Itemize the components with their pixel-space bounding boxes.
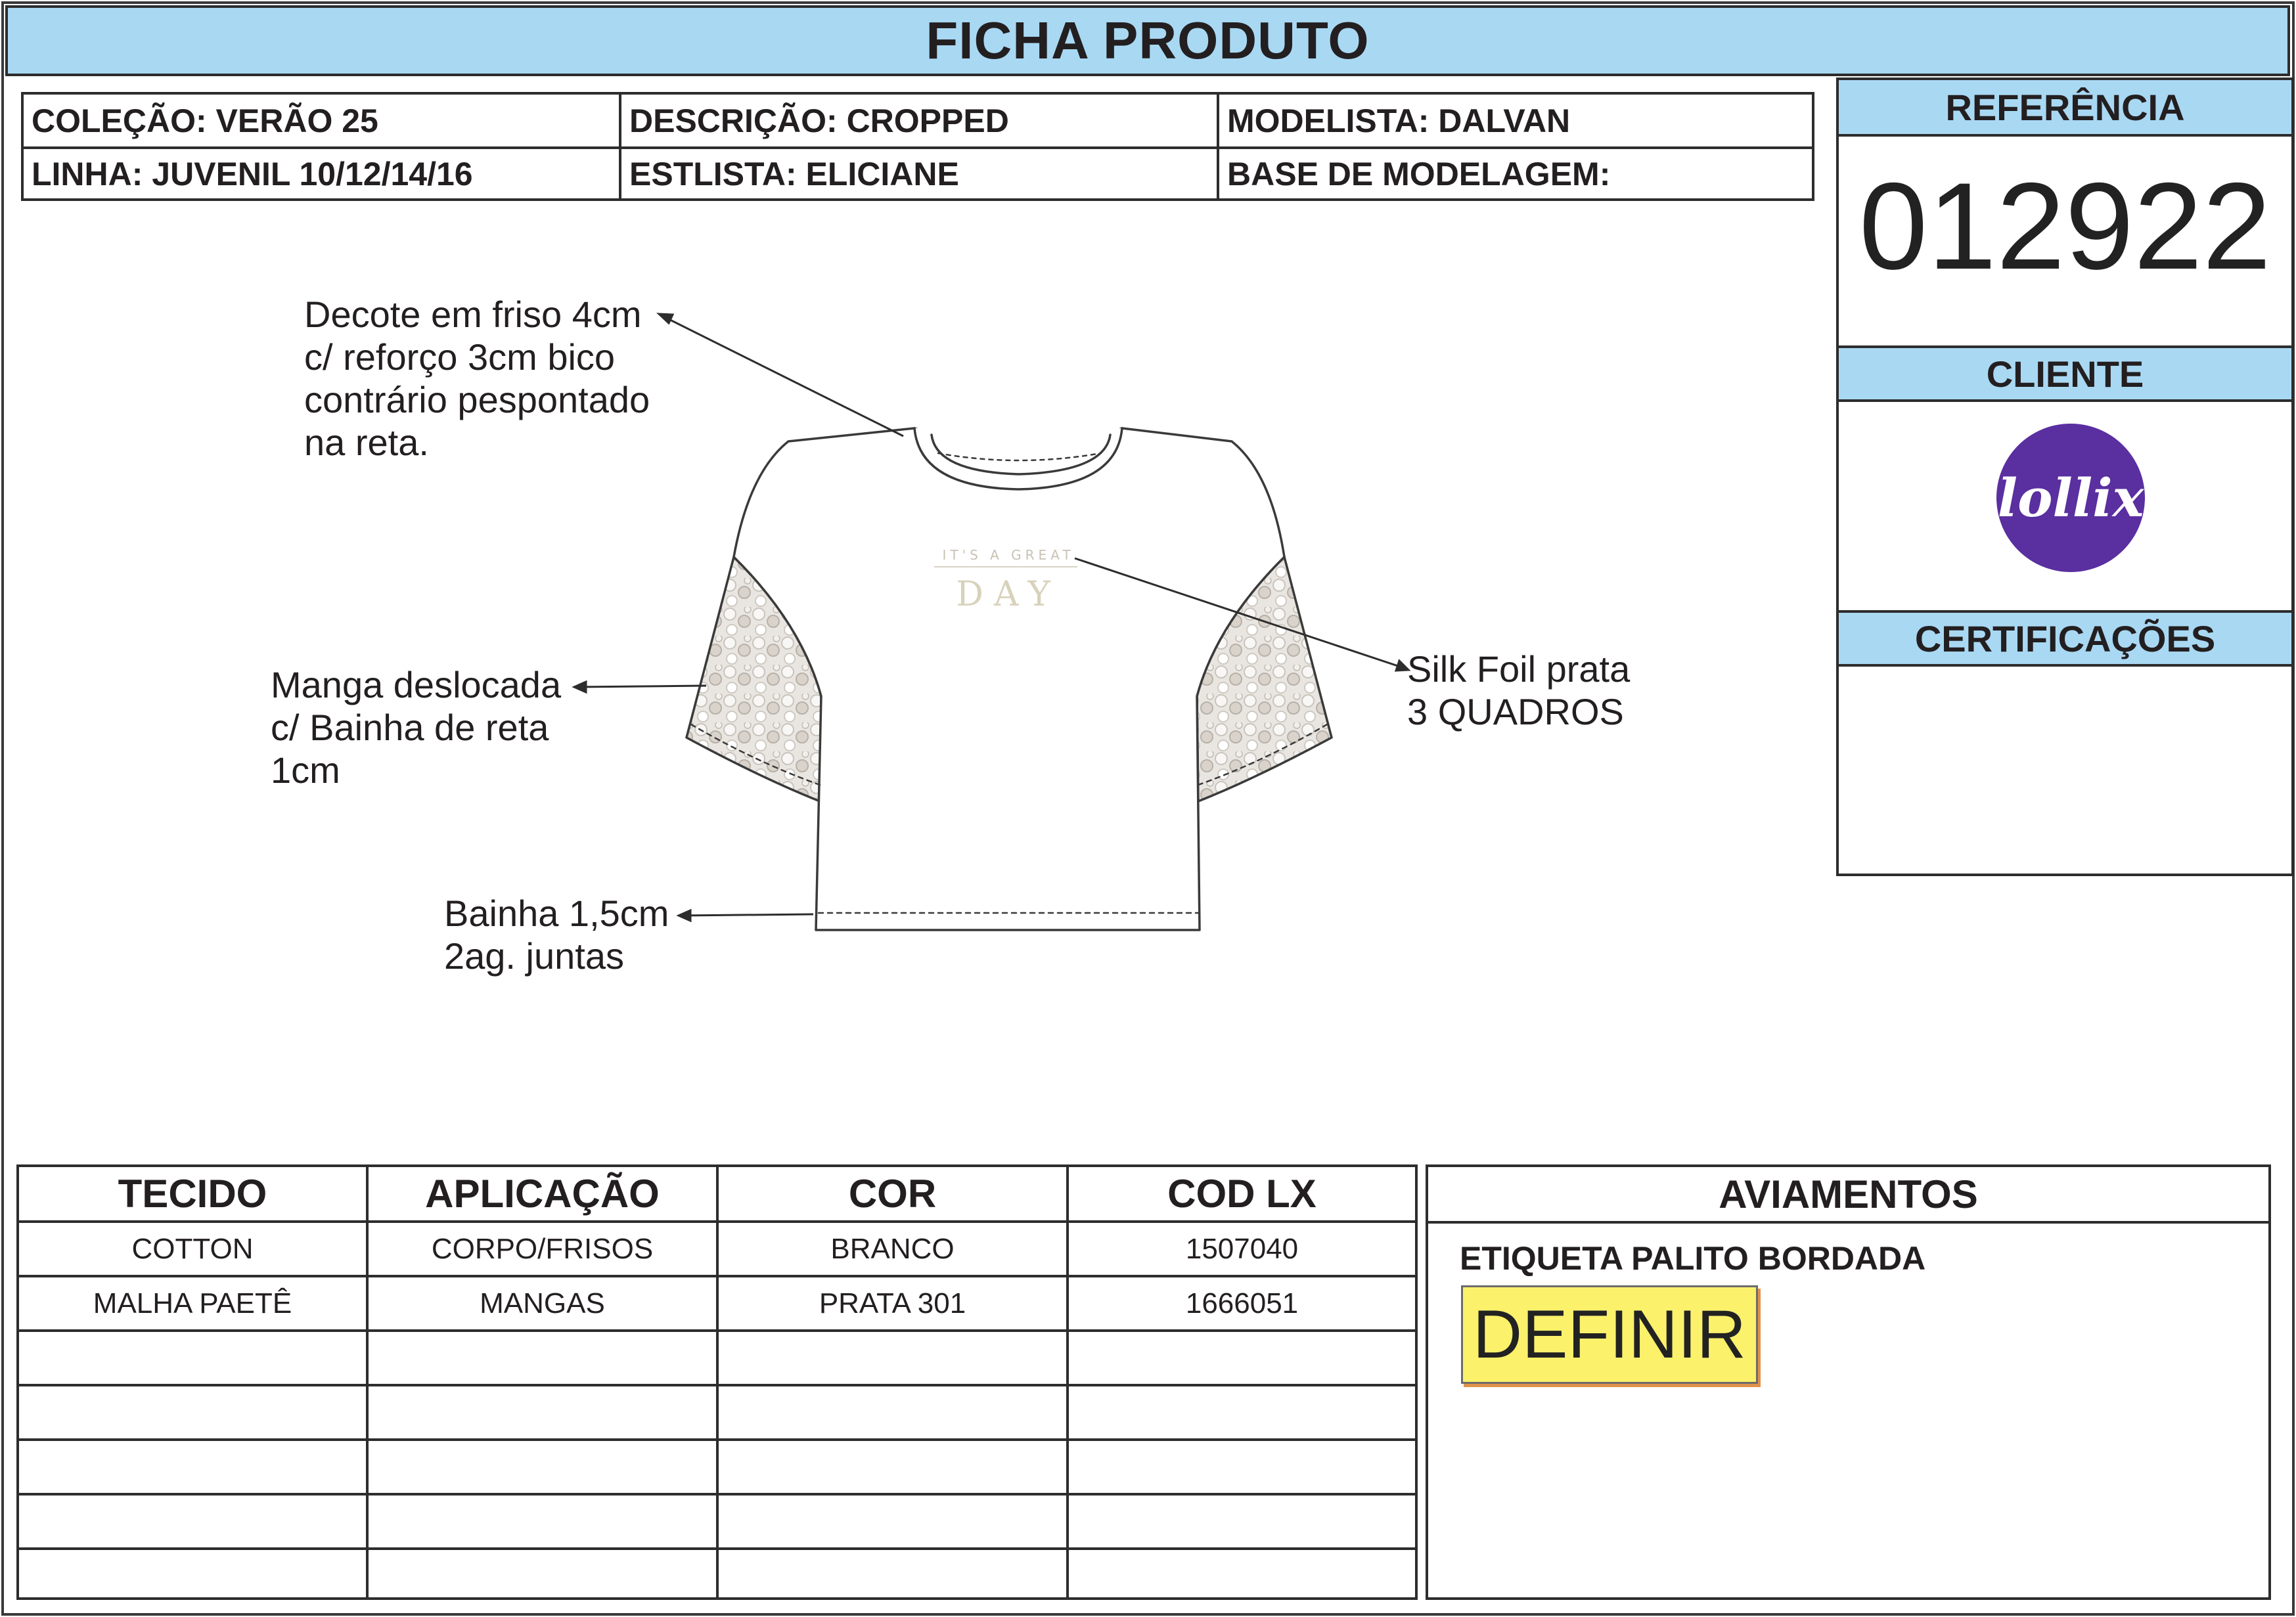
annotation-line: Bainha 1,5cm xyxy=(444,893,669,934)
aviamento-item: ETIQUETA PALITO BORDADA xyxy=(1460,1240,1926,1277)
column-header-cor: COR xyxy=(848,1172,937,1216)
annotation-line: c/ reforço 3cm bico xyxy=(304,336,616,378)
table-divider xyxy=(19,1547,1415,1550)
annotation-line: Manga deslocada xyxy=(271,664,562,705)
print-line1: IT'S A GREAT xyxy=(942,547,1074,563)
leader-manga xyxy=(576,684,707,688)
cell-aplicacao: CORPO/FRISOS xyxy=(431,1232,654,1265)
cell-tecido: COTTON xyxy=(131,1232,254,1265)
annotation-line: 1cm xyxy=(271,749,340,791)
table-header-row: TECIDO APLICAÇÃO COR COD LX xyxy=(19,1167,1415,1220)
annotation-line: Silk Foil prata xyxy=(1407,648,1631,690)
cell-cod-lx: 1666051 xyxy=(1185,1287,1299,1319)
annotation-line: 2ag. juntas xyxy=(444,935,624,977)
materials-table: TECIDO APLICAÇÃO COR COD LX COTTON CORPO… xyxy=(16,1164,1418,1600)
table-divider xyxy=(19,1384,1415,1386)
annotation-decote: Decote em friso 4cm c/ reforço 3cm bico … xyxy=(304,293,650,464)
cell-aplicacao: MANGAS xyxy=(480,1287,605,1319)
column-header-cod-lx: COD LX xyxy=(1167,1172,1317,1216)
column-header-aplicacao: APLICAÇÃO xyxy=(425,1172,660,1216)
table-row: MALHA PAETÊ MANGAS PRATA 301 1666051 xyxy=(19,1277,1415,1329)
aviamentos-title: AVIAMENTOS xyxy=(1428,1167,2268,1224)
cell-cor: PRATA 301 xyxy=(819,1287,966,1319)
table-divider xyxy=(19,1329,1415,1332)
garment-body xyxy=(732,427,1286,931)
table-row: COTTON CORPO/FRISOS BRANCO 1507040 xyxy=(19,1223,1415,1275)
annotation-manga: Manga deslocada c/ Bainha de reta 1cm xyxy=(271,663,561,791)
leader-decote xyxy=(660,314,904,437)
annotation-silk: Silk Foil prata 3 QUADROS xyxy=(1407,648,1630,733)
print-line2: DAY xyxy=(956,575,1060,614)
annotation-line: na reta. xyxy=(304,422,429,463)
cell-cod-lx: 1507040 xyxy=(1185,1232,1299,1265)
table-divider xyxy=(19,1493,1415,1495)
column-header-tecido: TECIDO xyxy=(118,1172,267,1216)
leader-bainha xyxy=(681,913,814,917)
cell-tecido: MALHA PAETÊ xyxy=(93,1287,292,1319)
table-divider xyxy=(19,1438,1415,1441)
definir-highlight: DEFINIR xyxy=(1461,1285,1758,1384)
aviamentos-box: AVIAMENTOS ETIQUETA PALITO BORDADA DEFIN… xyxy=(1426,1164,2271,1600)
cell-cor: BRANCO xyxy=(830,1232,955,1265)
annotation-line: Decote em friso 4cm xyxy=(304,294,642,335)
annotation-line: c/ Bainha de reta xyxy=(271,707,549,748)
annotation-line: contrário pespontado xyxy=(304,379,650,420)
annotation-line: 3 QUADROS xyxy=(1407,691,1624,732)
annotation-bainha: Bainha 1,5cm 2ag. juntas xyxy=(444,892,669,977)
